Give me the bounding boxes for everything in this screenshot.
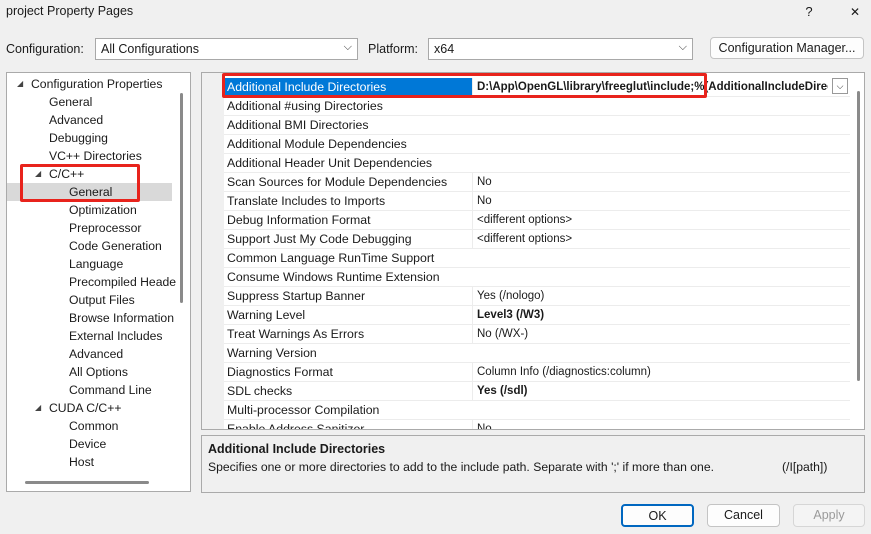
property-name: Additional Module Dependencies bbox=[227, 137, 407, 151]
tree-vertical-scrollbar[interactable] bbox=[180, 93, 183, 303]
tree-item[interactable]: Debugging bbox=[49, 129, 108, 147]
highlight-box-cpp bbox=[20, 164, 140, 202]
expand-triangle-icon[interactable]: ◢ bbox=[35, 399, 41, 417]
tree-item[interactable]: CUDA C/C++ bbox=[49, 399, 121, 417]
property-name: Additional #using Directories bbox=[227, 99, 383, 113]
property-name: Additional Header Unit Dependencies bbox=[227, 156, 433, 170]
property-name: Common Language RunTime Support bbox=[227, 251, 435, 265]
property-row[interactable]: Multi-processor Compilation bbox=[224, 401, 850, 420]
property-row[interactable]: Warning Level Level3 (/W3) bbox=[224, 306, 850, 325]
grid-vertical-scrollbar[interactable] bbox=[857, 91, 860, 381]
property-row[interactable]: Support Just My Code Debugging <different… bbox=[224, 230, 850, 249]
property-value[interactable]: Yes (/sdl) bbox=[472, 382, 848, 400]
property-name: Warning Level bbox=[227, 308, 306, 322]
chevron-down-icon: ⌵ bbox=[836, 81, 844, 91]
property-value[interactable]: No bbox=[472, 173, 848, 191]
tree-item[interactable]: Precompiled Heade bbox=[69, 273, 176, 291]
property-value[interactable]: No bbox=[472, 420, 848, 429]
description-switch: (/I[path]) bbox=[782, 460, 828, 474]
tree-item[interactable]: Configuration Properties bbox=[31, 75, 162, 93]
description-title: Additional Include Directories bbox=[208, 442, 386, 456]
property-value[interactable]: Level3 (/W3) bbox=[472, 306, 848, 324]
expand-triangle-icon[interactable]: ◢ bbox=[17, 75, 23, 93]
property-name: Consume Windows Runtime Extension bbox=[227, 270, 440, 284]
tree-item[interactable]: General bbox=[49, 93, 92, 111]
highlight-box-include-dirs bbox=[222, 73, 707, 98]
property-name: Multi-processor Compilation bbox=[227, 403, 380, 417]
tree-item[interactable]: Optimization bbox=[69, 201, 137, 219]
tree-item[interactable]: Device bbox=[69, 435, 106, 453]
platform-value: x64 bbox=[434, 42, 455, 56]
property-row[interactable]: Additional #using Directories bbox=[224, 97, 850, 116]
tree-item[interactable]: Output Files bbox=[69, 291, 135, 309]
close-icon: ✕ bbox=[849, 5, 861, 19]
window-title: project Property Pages bbox=[6, 4, 134, 18]
value-dropdown-button[interactable]: ⌵ bbox=[832, 78, 848, 94]
property-row[interactable]: SDL checks Yes (/sdl) bbox=[224, 382, 850, 401]
property-row[interactable]: Diagnostics Format Column Info (/diagnost… bbox=[224, 363, 850, 382]
property-row[interactable]: Warning Version bbox=[224, 344, 850, 363]
property-value[interactable]: <different options> bbox=[472, 211, 848, 229]
property-row[interactable]: Common Language RunTime Support bbox=[224, 249, 850, 268]
property-name: SDL checks bbox=[227, 384, 293, 398]
chevron-down-icon: ⌵ bbox=[343, 41, 352, 53]
tree-item[interactable]: VC++ Directories bbox=[49, 147, 142, 165]
property-name: Enable Address Sanitizer bbox=[227, 422, 365, 430]
property-name: Treat Warnings As Errors bbox=[227, 327, 365, 341]
property-row[interactable]: Translate Includes to Imports No bbox=[224, 192, 850, 211]
tree-item[interactable]: Advanced bbox=[49, 111, 103, 129]
property-row[interactable]: Enable Address Sanitizer No bbox=[224, 420, 850, 430]
property-row[interactable]: Consume Windows Runtime Extension bbox=[224, 268, 850, 287]
help-button[interactable]: ? bbox=[799, 2, 819, 22]
close-button[interactable]: ✕ bbox=[844, 2, 866, 22]
property-name: Diagnostics Format bbox=[227, 365, 333, 379]
apply-button[interactable]: Apply bbox=[793, 504, 865, 527]
tree-item[interactable]: External Includes bbox=[69, 327, 163, 345]
tree-item[interactable]: Advanced bbox=[69, 345, 123, 363]
tree-item[interactable]: Language bbox=[69, 255, 123, 273]
property-row[interactable]: Additional Header Unit Dependencies bbox=[224, 154, 850, 173]
property-name: Scan Sources for Module Dependencies bbox=[227, 175, 448, 189]
property-value[interactable]: Yes (/nologo) bbox=[472, 287, 848, 305]
description-text: Specifies one or more directories to add… bbox=[208, 460, 714, 474]
tree-item[interactable]: Command Line bbox=[69, 381, 152, 399]
property-row[interactable]: Scan Sources for Module Dependencies No bbox=[224, 173, 850, 192]
property-name: Support Just My Code Debugging bbox=[227, 232, 412, 246]
platform-label: Platform: bbox=[368, 42, 419, 56]
platform-dropdown[interactable]: x64 ⌵ bbox=[428, 38, 693, 60]
title-bar: project Property Pages ? ✕ bbox=[0, 0, 871, 24]
property-row[interactable]: Additional BMI Directories bbox=[224, 116, 850, 135]
tree-item[interactable]: All Options bbox=[69, 363, 128, 381]
cancel-button[interactable]: Cancel bbox=[707, 504, 780, 527]
property-row[interactable]: Treat Warnings As Errors No (/WX-) bbox=[224, 325, 850, 344]
property-row[interactable]: Suppress Startup Banner Yes (/nologo) bbox=[224, 287, 850, 306]
property-tree[interactable]: ◢ Configuration Properties General Advanced… bbox=[6, 72, 191, 492]
property-row[interactable]: Debug Information Format <different optio… bbox=[224, 211, 850, 230]
property-row[interactable]: Additional Module Dependencies bbox=[224, 135, 850, 154]
grid-gutter bbox=[202, 73, 224, 429]
tree-item[interactable]: Host bbox=[69, 453, 94, 471]
property-name: Suppress Startup Banner bbox=[227, 289, 366, 303]
tree-item[interactable]: Common bbox=[69, 417, 118, 435]
chevron-down-icon: ⌵ bbox=[678, 41, 687, 53]
tree-item[interactable]: Code Generation bbox=[69, 237, 162, 255]
configuration-manager-button[interactable]: Configuration Manager... bbox=[710, 37, 864, 59]
property-name: Debug Information Format bbox=[227, 213, 371, 227]
configuration-value: All Configurations bbox=[101, 42, 199, 56]
property-value[interactable]: No bbox=[472, 192, 848, 210]
tree-horizontal-scrollbar[interactable] bbox=[25, 481, 149, 484]
property-grid[interactable]: Additional Include Directories D:\App\Ope… bbox=[201, 72, 865, 430]
configuration-label: Configuration: bbox=[6, 42, 84, 56]
ok-button[interactable]: OK bbox=[621, 504, 694, 527]
configuration-dropdown[interactable]: All Configurations ⌵ bbox=[95, 38, 358, 60]
tree-item[interactable]: Preprocessor bbox=[69, 219, 141, 237]
property-value[interactable]: Column Info (/diagnostics:column) bbox=[472, 363, 848, 381]
description-panel: Additional Include Directories Specifies… bbox=[201, 435, 865, 493]
property-name: Translate Includes to Imports bbox=[227, 194, 386, 208]
property-value[interactable]: No (/WX-) bbox=[472, 325, 848, 343]
property-value[interactable]: <different options> bbox=[472, 230, 848, 248]
property-name: Additional BMI Directories bbox=[227, 118, 369, 132]
tree-item[interactable]: Browse Information bbox=[69, 309, 174, 327]
property-name: Warning Version bbox=[227, 346, 317, 360]
